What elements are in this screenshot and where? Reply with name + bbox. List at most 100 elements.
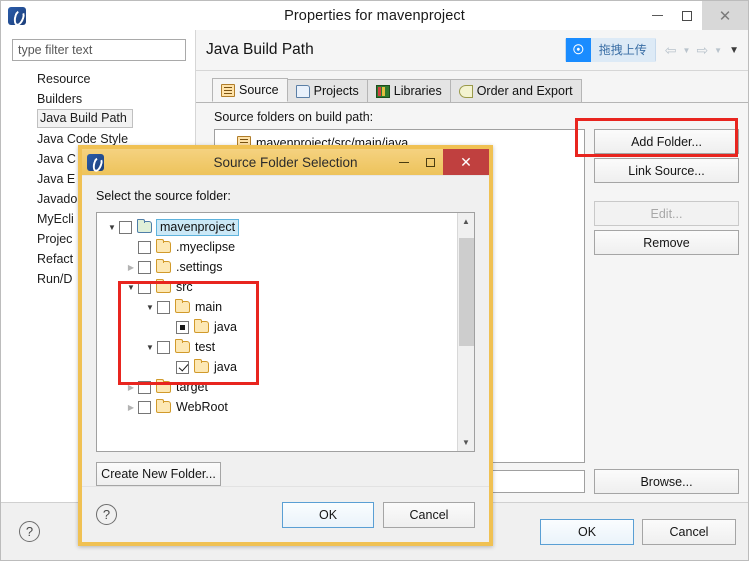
tree-item-label: java bbox=[214, 320, 237, 334]
tree-item-webroot[interactable]: ▶ WebRoot bbox=[97, 397, 457, 417]
twisty-open-icon[interactable]: ▼ bbox=[105, 223, 119, 232]
dialog-close-icon[interactable]: ✕ bbox=[443, 149, 489, 175]
scroll-thumb[interactable] bbox=[458, 238, 474, 346]
scroll-down-icon[interactable]: ▼ bbox=[458, 434, 475, 451]
dialog-titlebar: Source Folder Selection ✕ bbox=[82, 149, 489, 175]
twisty-open-icon[interactable]: ▼ bbox=[143, 303, 157, 312]
forward-chevron-down-icon[interactable]: ▼ bbox=[711, 46, 725, 55]
screen: Properties for mavenproject ✕ type filte… bbox=[0, 0, 749, 561]
build-path-tabs: Source Projects Libraries Order and Expo… bbox=[196, 78, 748, 103]
tree-item-label: src bbox=[176, 280, 193, 294]
tree-checkbox[interactable] bbox=[119, 220, 132, 234]
folder-icon bbox=[175, 299, 190, 313]
tree-checkbox[interactable] bbox=[138, 400, 151, 414]
dialog-minimize-icon[interactable] bbox=[391, 149, 417, 175]
page-header: Java Build Path ☉ 拖拽上传 ⇦ ▼ ⇨ ▼ ▼ bbox=[196, 30, 748, 71]
tree-checkbox[interactable] bbox=[157, 300, 170, 314]
ok-button[interactable]: OK bbox=[540, 518, 634, 545]
tab-projects[interactable]: Projects bbox=[286, 79, 368, 102]
folder-icon bbox=[156, 239, 171, 253]
tree-checkbox[interactable] bbox=[138, 380, 151, 394]
tab-source[interactable]: Source bbox=[212, 78, 288, 102]
tab-order-and-export[interactable]: Order and Export bbox=[449, 79, 582, 102]
scroll-up-icon[interactable]: ▲ bbox=[458, 213, 475, 230]
tab-label: Order and Export bbox=[476, 84, 573, 98]
folder-icon bbox=[194, 319, 209, 333]
twisty-closed-icon[interactable]: ▶ bbox=[124, 263, 138, 272]
tree-item-label: java bbox=[214, 360, 237, 374]
tree-item-main-java[interactable]: java bbox=[97, 317, 457, 337]
tree-item-label: target bbox=[176, 380, 208, 394]
sidebar-item-label: Resource bbox=[37, 72, 91, 86]
tree-item-main[interactable]: ▼ main bbox=[97, 297, 457, 317]
header-toolbar: ☉ 拖拽上传 ⇦ ▼ ⇨ ▼ ▼ bbox=[564, 38, 742, 62]
window-title: Properties for mavenproject bbox=[284, 7, 465, 24]
sidebar-item-java-build-path[interactable]: Java Build Path bbox=[1, 109, 195, 129]
back-chevron-down-icon[interactable]: ▼ bbox=[680, 46, 694, 55]
back-arrow-icon[interactable]: ⇦ bbox=[663, 42, 679, 59]
sidebar-item-builders[interactable]: Builders bbox=[1, 89, 195, 109]
dialog-ok-button[interactable]: OK bbox=[282, 501, 374, 528]
tree-item-label: .myeclipse bbox=[176, 240, 236, 254]
add-folder-button[interactable]: Add Folder... bbox=[594, 129, 739, 154]
source-folders-label: Source folders on build path: bbox=[214, 110, 374, 124]
twisty-closed-icon[interactable]: ▶ bbox=[124, 383, 138, 392]
tree-checkbox[interactable] bbox=[138, 260, 151, 274]
tree-item-mavenproject[interactable]: ▼ mavenproject bbox=[97, 217, 457, 237]
scroll-track[interactable] bbox=[458, 230, 475, 434]
tree-checkbox[interactable] bbox=[176, 320, 189, 334]
tree-item-target[interactable]: ▶ target bbox=[97, 377, 457, 397]
link-source-button[interactable]: Link Source... bbox=[594, 158, 739, 183]
tree-checkbox[interactable] bbox=[157, 340, 170, 354]
dialog-footer-buttons: OK Cancel bbox=[282, 501, 475, 528]
tree-scrollbar[interactable]: ▲ ▼ bbox=[457, 213, 474, 451]
remove-button[interactable]: Remove bbox=[594, 230, 739, 255]
dialog-body: Select the source folder: ▼ mavenproject… bbox=[82, 175, 489, 486]
dialog-window-controls: ✕ bbox=[391, 149, 489, 175]
window-titlebar: Properties for mavenproject ✕ bbox=[1, 1, 748, 30]
tree-item-label: test bbox=[195, 340, 216, 354]
filter-input[interactable]: type filter text bbox=[12, 39, 186, 61]
dialog-maximize-icon[interactable] bbox=[417, 149, 443, 175]
dialog-cancel-button[interactable]: Cancel bbox=[383, 501, 475, 528]
tab-libraries[interactable]: Libraries bbox=[366, 79, 451, 102]
help-icon[interactable]: ? bbox=[96, 504, 117, 525]
projects-icon bbox=[295, 84, 310, 98]
cancel-button[interactable]: Cancel bbox=[642, 518, 736, 545]
tree-item-settings[interactable]: ▶ .settings bbox=[97, 257, 457, 277]
twisty-closed-icon[interactable]: ▶ bbox=[124, 403, 138, 412]
dialog-footer: ? OK Cancel bbox=[82, 486, 489, 542]
page-title: Java Build Path bbox=[206, 41, 314, 58]
chevron-down-icon[interactable]: ▼ bbox=[726, 45, 742, 56]
twisty-open-icon[interactable]: ▼ bbox=[124, 283, 138, 292]
tree-item-label: WebRoot bbox=[176, 400, 228, 414]
libraries-icon bbox=[375, 84, 390, 98]
tree-item-src[interactable]: ▼ src bbox=[97, 277, 457, 297]
twisty-open-icon[interactable]: ▼ bbox=[143, 343, 157, 352]
create-new-folder-button[interactable]: Create New Folder... bbox=[96, 462, 221, 486]
order-export-icon bbox=[458, 84, 473, 98]
folder-icon bbox=[175, 339, 190, 353]
sidebar-item-label: Builders bbox=[37, 92, 83, 106]
help-icon[interactable]: ? bbox=[19, 521, 40, 542]
tree-checkbox[interactable] bbox=[176, 360, 189, 374]
tree-item-test[interactable]: ▼ test bbox=[97, 337, 457, 357]
browse-button[interactable]: Browse... bbox=[594, 469, 739, 494]
tree-item-label: mavenproject bbox=[156, 218, 240, 236]
tree-item-myeclipse[interactable]: .myeclipse bbox=[97, 237, 457, 257]
sidebar-item-resource[interactable]: Resource bbox=[1, 69, 195, 89]
edit-button: Edit... bbox=[594, 201, 739, 226]
tree-item-label: .settings bbox=[176, 260, 223, 274]
forward-arrow-icon[interactable]: ⇨ bbox=[694, 42, 710, 59]
tab-label: Libraries bbox=[393, 84, 442, 98]
tree-item-label: main bbox=[195, 300, 223, 314]
folder-tree-rows: ▼ mavenproject .myeclipse ▶ .settings ▼ … bbox=[97, 213, 457, 451]
drag-upload-widget[interactable]: ☉ 拖拽上传 bbox=[564, 38, 656, 62]
cloud-upload-icon: ☉ bbox=[565, 38, 591, 62]
tree-item-test-java[interactable]: java bbox=[97, 357, 457, 377]
tree-checkbox[interactable] bbox=[138, 240, 151, 254]
tree-checkbox[interactable] bbox=[138, 280, 151, 294]
folder-tree[interactable]: ▼ mavenproject .myeclipse ▶ .settings ▼ … bbox=[96, 212, 475, 452]
sidebar-item-label: Java Build Path bbox=[37, 109, 133, 128]
project-folder-icon bbox=[137, 219, 152, 233]
